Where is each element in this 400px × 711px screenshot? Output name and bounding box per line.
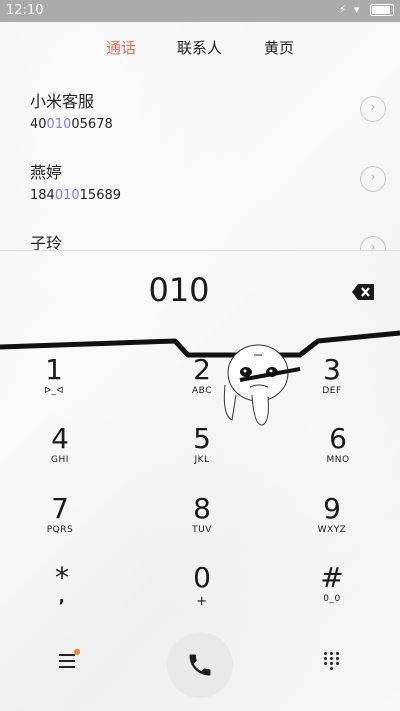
phone-icon	[189, 654, 211, 676]
key-letters: ᐅ_ᐊ	[44, 386, 64, 396]
key-digit: 1	[45, 353, 63, 386]
key-5[interactable]: 5 JKL	[162, 422, 242, 466]
contact-name: 小米客服	[30, 92, 95, 111]
key-7[interactable]: 7 PQRS	[20, 492, 100, 536]
chevron-right-icon: ›	[370, 170, 376, 185]
key-digit: 6	[329, 422, 347, 455]
status-icons: ⚡ ▾	[339, 3, 394, 16]
number-match-highlight: 010	[54, 188, 80, 203]
key-letters: 0_0	[323, 594, 341, 604]
contact-name: 子玲	[30, 234, 63, 250]
tab-contacts[interactable]: 联系人	[177, 37, 222, 58]
key-digit: 9	[323, 492, 341, 525]
key-digit: 4	[51, 422, 69, 455]
key-8[interactable]: 8 TUV	[162, 492, 242, 536]
key-3[interactable]: 3 DEF	[292, 353, 372, 397]
key-star[interactable]: * ,	[22, 563, 102, 607]
key-digit: 5	[193, 422, 211, 455]
menu-button[interactable]	[55, 649, 81, 672]
key-6[interactable]: 6 MNO	[298, 422, 378, 466]
key-0[interactable]: 0 +	[162, 561, 242, 610]
key-digit: 3	[323, 353, 341, 386]
tab-calls[interactable]: 通话	[106, 37, 136, 58]
list-item[interactable]: 燕婷 18401015689	[30, 159, 390, 203]
key-digit: #	[320, 561, 344, 594]
key-letters: JKL	[194, 455, 210, 465]
divider	[0, 250, 400, 251]
key-letters: TUV	[192, 525, 212, 535]
contact-number: 18401015689	[30, 188, 122, 203]
key-1[interactable]: 1 ᐅ_ᐊ	[14, 353, 94, 397]
key-letters: DEF	[322, 386, 342, 396]
key-letters: MNO	[326, 455, 350, 465]
dialed-number-display: 010	[148, 271, 210, 309]
key-letters: PQRS	[46, 525, 74, 535]
key-letters: ,	[58, 587, 66, 606]
call-button[interactable]	[167, 632, 233, 698]
battery-icon	[370, 4, 394, 16]
key-letters: GHI	[51, 455, 69, 465]
key-digit: 7	[51, 492, 69, 525]
key-hash[interactable]: # 0_0	[292, 561, 372, 605]
contact-detail-button[interactable]: ›	[360, 96, 386, 122]
key-2[interactable]: 2 ABC	[162, 353, 242, 397]
list-item[interactable]: 子玲	[30, 230, 390, 250]
tab-bar: 通话 联系人 黄页	[0, 37, 400, 59]
dialpad-toggle-icon[interactable]	[324, 652, 342, 670]
key-4[interactable]: 4 GHI	[20, 422, 100, 466]
menu-icon	[59, 654, 75, 656]
tab-yellow-pages[interactable]: 黄页	[264, 37, 294, 58]
key-digit: 8	[193, 492, 211, 525]
contact-detail-button[interactable]: ›	[360, 166, 386, 192]
key-9[interactable]: 9 WXYZ	[292, 492, 372, 536]
key-digit: 2	[193, 353, 211, 386]
chevron-right-icon: ›	[370, 100, 376, 115]
number-match-highlight: 010	[46, 117, 72, 132]
bottom-bar	[0, 610, 400, 711]
contact-results: 小米客服 4001005678 › 燕婷 18401015689 › 子玲 ›	[0, 70, 400, 250]
key-digit: 0	[193, 561, 211, 594]
status-bar: 12:10 ⚡ ▾	[0, 0, 400, 22]
notification-dot	[74, 649, 80, 655]
contact-number: 4001005678	[30, 117, 113, 132]
chevron-right-icon: ›	[370, 240, 376, 250]
backspace-icon[interactable]	[352, 284, 374, 300]
key-letters: +	[196, 594, 208, 609]
key-letters: WXYZ	[317, 525, 347, 535]
signal-icons: ⚡ ▾	[338, 3, 362, 16]
contact-name: 燕婷	[30, 163, 63, 182]
list-item[interactable]: 小米客服 4001005678	[30, 88, 390, 132]
status-time: 12:10	[6, 3, 44, 18]
key-letters: ABC	[192, 386, 212, 396]
